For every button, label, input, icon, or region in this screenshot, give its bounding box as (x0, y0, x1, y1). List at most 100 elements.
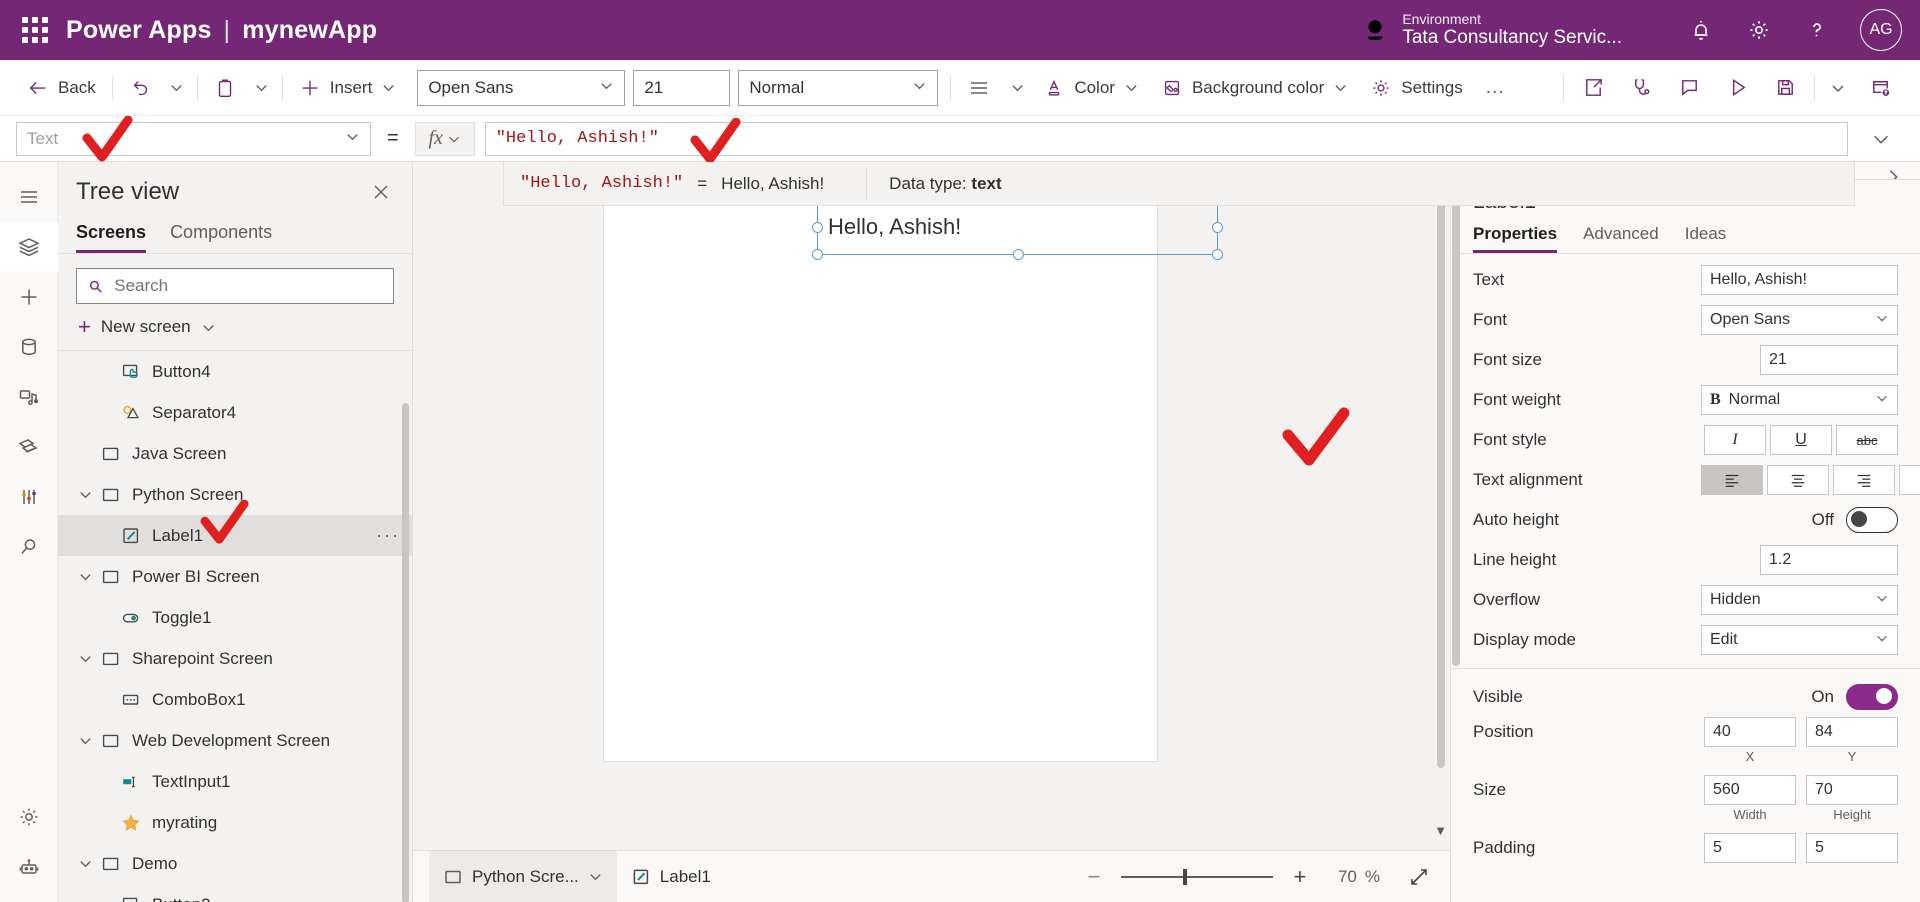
text-align-button[interactable] (956, 68, 1002, 108)
padding-b-input[interactable]: 5 (1806, 833, 1898, 863)
tree-item-demo[interactable]: Demo (58, 843, 412, 884)
user-avatar[interactable]: AG (1860, 9, 1902, 51)
resize-handle-e[interactable] (1212, 222, 1223, 233)
back-button[interactable]: Back (16, 68, 107, 108)
property-select[interactable]: Text (16, 121, 371, 156)
app-checker-button[interactable] (1617, 67, 1665, 109)
tab-advanced[interactable]: Advanced (1583, 220, 1659, 253)
tree-item-button4[interactable]: Button4 (58, 351, 412, 392)
tree-item-toggle1[interactable]: Toggle1 (58, 597, 412, 638)
formula-bar-expand[interactable] (1858, 119, 1904, 159)
comments-button[interactable] (1665, 67, 1713, 109)
tree-item-java-screen[interactable]: Java Screen (58, 433, 412, 474)
canvas-scroll-down-icon[interactable]: ▼ (1434, 823, 1447, 838)
tree-item-more-button[interactable]: ··· (376, 525, 400, 546)
rail-media-button[interactable] (0, 372, 58, 422)
rail-menu-button[interactable] (0, 172, 58, 222)
tree-item-textinput1[interactable]: TextInput1 (58, 761, 412, 802)
paste-dropdown[interactable] (247, 68, 277, 108)
font-color-button[interactable]: Color (1032, 68, 1150, 108)
chevron-down-icon[interactable] (72, 651, 98, 666)
app-launcher-icon[interactable] (18, 13, 52, 47)
tree-item-python-screen[interactable]: Python Screen (58, 474, 412, 515)
rail-data-button[interactable] (0, 322, 58, 372)
chevron-down-icon[interactable] (72, 487, 98, 502)
publish-button[interactable] (1856, 67, 1904, 109)
paste-button[interactable] (203, 68, 247, 108)
display-mode-property-select[interactable]: Edit (1701, 625, 1898, 655)
breadcrumb-screen[interactable]: Python Scre... (429, 850, 617, 902)
tree-item-button2[interactable]: Button2 (58, 884, 412, 902)
align-justify-button[interactable] (1899, 465, 1920, 495)
align-left-button[interactable] (1701, 465, 1763, 495)
text-align-dropdown[interactable] (1002, 68, 1032, 108)
rail-power-automate-button[interactable] (0, 422, 58, 472)
position-y-input[interactable]: 84 (1806, 717, 1898, 747)
app-screen-canvas[interactable]: Hello, Ashish! (603, 162, 1223, 762)
new-screen-button[interactable]: + New screen (58, 304, 412, 350)
settings-gear-icon[interactable] (1730, 1, 1788, 59)
underline-button[interactable]: U (1770, 425, 1832, 455)
rail-tree-view-button[interactable] (0, 222, 58, 272)
font-size-property-input[interactable]: 21 (1760, 345, 1898, 375)
rail-insert-button[interactable] (0, 272, 58, 322)
tab-components[interactable]: Components (170, 216, 272, 253)
zoom-slider-thumb[interactable] (1182, 868, 1187, 885)
text-property-input[interactable]: Hello, Ashish! (1701, 265, 1898, 295)
auto-height-toggle[interactable] (1846, 507, 1898, 533)
canvas-scrollbar[interactable] (1437, 168, 1445, 768)
rail-search-button[interactable] (0, 522, 58, 572)
align-right-button[interactable] (1833, 465, 1895, 495)
tab-ideas[interactable]: Ideas (1685, 220, 1727, 253)
tab-screens[interactable]: Screens (76, 216, 146, 253)
font-weight-property-select[interactable]: B Normal (1701, 385, 1898, 415)
undo-button[interactable] (118, 68, 162, 108)
tree-item-myrating[interactable]: myrating (58, 802, 412, 843)
undo-dropdown[interactable] (162, 68, 192, 108)
strikethrough-button[interactable]: abc (1836, 425, 1898, 455)
properties-panel-scrollbar[interactable] (1452, 186, 1460, 666)
overflow-property-select[interactable]: Hidden (1701, 585, 1898, 615)
italic-button[interactable]: I (1704, 425, 1766, 455)
resize-handle-sw[interactable] (812, 249, 823, 260)
fx-button[interactable]: fx (414, 121, 475, 156)
size-width-input[interactable]: 560 (1704, 775, 1796, 805)
padding-a-input[interactable]: 5 (1704, 833, 1796, 863)
breadcrumb-control[interactable]: Label1 (617, 851, 725, 902)
tree-item-combobox1[interactable]: ComboBox1 (58, 679, 412, 720)
background-color-button[interactable]: Background color (1150, 68, 1359, 108)
tab-properties[interactable]: Properties (1473, 220, 1557, 253)
tree-item-power-bi-screen[interactable]: Power BI Screen (58, 556, 412, 597)
selected-label-control[interactable]: Hello, Ashish! (812, 194, 1223, 260)
formula-input[interactable]: "Hello, Ashish!" (484, 121, 1848, 156)
zoom-in-button[interactable]: + (1287, 864, 1313, 890)
resize-handle-w[interactable] (812, 222, 823, 233)
notifications-bell-icon[interactable] (1672, 1, 1730, 59)
size-height-input[interactable]: 70 (1806, 775, 1898, 805)
chevron-down-icon[interactable] (72, 569, 98, 584)
preview-play-button[interactable] (1713, 67, 1761, 109)
chevron-down-icon[interactable] (72, 856, 98, 871)
line-height-property-input[interactable]: 1.2 (1760, 545, 1898, 575)
visible-toggle[interactable] (1846, 684, 1898, 710)
tree-view-close-button[interactable] (368, 179, 394, 205)
font-weight-select[interactable]: Normal (738, 69, 939, 106)
tree-item-web-development-screen[interactable]: Web Development Screen (58, 720, 412, 761)
zoom-out-button[interactable]: − (1081, 864, 1107, 890)
insert-button[interactable]: Insert (288, 68, 408, 108)
zoom-slider[interactable] (1120, 868, 1273, 885)
save-dropdown[interactable] (1820, 67, 1856, 109)
tree-item-sharepoint-screen[interactable]: Sharepoint Screen (58, 638, 412, 679)
chevron-down-icon[interactable] (72, 733, 98, 748)
align-center-button[interactable] (1767, 465, 1829, 495)
font-property-select[interactable]: Open Sans (1701, 305, 1898, 335)
resize-handle-se[interactable] (1212, 249, 1223, 260)
rail-settings-button[interactable] (0, 792, 58, 842)
search-input[interactable] (114, 276, 383, 296)
tree-item-separator4[interactable]: Separator4 (58, 392, 412, 433)
font-family-select[interactable]: Open Sans (417, 69, 626, 106)
rail-variables-button[interactable] (0, 472, 58, 522)
tree-view-scrollbar[interactable] (402, 403, 409, 902)
share-button[interactable] (1569, 67, 1617, 109)
save-button[interactable] (1761, 67, 1809, 109)
